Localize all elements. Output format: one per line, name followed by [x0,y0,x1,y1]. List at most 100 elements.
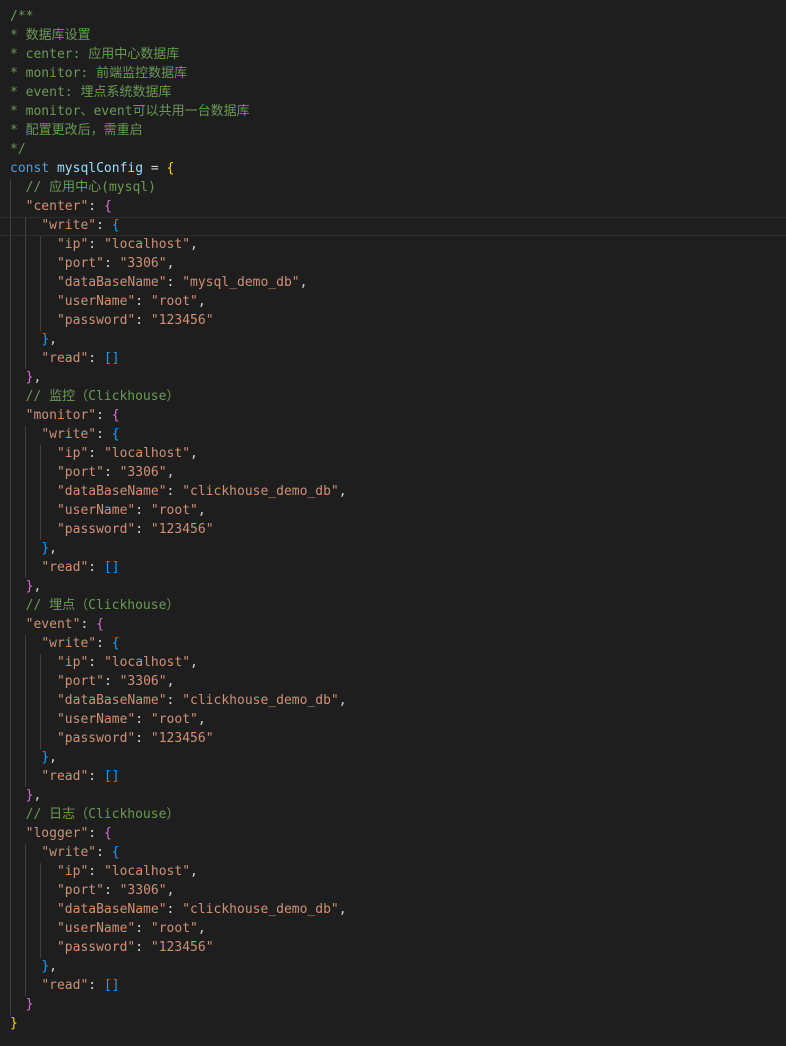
code-token: "clickhouse_demo_db" [182,693,339,708]
code-line[interactable]: } [10,1014,18,1033]
code-line[interactable]: * center: 应用中心数据库 [10,45,179,64]
code-line[interactable]: "userName": "root", [10,710,206,729]
code-line[interactable]: "port": "3306", [10,881,174,900]
code-line[interactable]: "dataBaseName": "mysql_demo_db", [10,273,307,292]
code-token: * event: 埋点系统数据库 [10,85,172,100]
code-token: "3306" [119,674,167,689]
code-line[interactable]: "center": { [10,197,112,216]
code-line[interactable]: // 埋点（Clickhouse） [10,596,180,615]
code-line[interactable]: "ip": "localhost", [10,235,198,254]
code-line[interactable]: "ip": "localhost", [10,862,198,881]
code-line[interactable]: // 日志（Clickhouse） [10,805,180,824]
code-token: "dataBaseName" [56,275,167,290]
code-line[interactable]: }, [10,957,57,976]
code-token: , [338,484,347,499]
code-token: : [88,826,104,841]
code-line[interactable]: */ [10,140,26,159]
code-line[interactable]: }, [10,368,42,387]
code-line[interactable]: "logger": { [10,824,112,843]
code-editor[interactable]: /** * 数据库设置 * center: 应用中心数据库 * monitor: 前端… [0,0,786,1046]
code-token: "password" [56,940,136,955]
code-line[interactable]: "write": { [10,425,119,444]
code-line[interactable]: "userName": "root", [10,501,206,520]
code-line[interactable]: "read": [] [10,767,119,786]
code-token: "read" [41,560,89,575]
code-line[interactable]: /** [10,7,33,26]
code-line[interactable]: "password": "123456" [10,938,214,957]
code-token: "write" [41,845,97,860]
code-line[interactable]: "dataBaseName": "clickhouse_demo_db", [10,900,347,919]
code-line[interactable]: "dataBaseName": "clickhouse_demo_db", [10,482,347,501]
code-line[interactable]: "userName": "root", [10,292,206,311]
code-line[interactable]: "port": "3306", [10,463,174,482]
code-token: { [111,845,120,860]
code-line[interactable]: * 配置更改后，需重启 [10,121,143,140]
code-token: * monitor、event可以共用一台数据库 [10,104,250,119]
code-token: { [103,826,112,841]
code-token: , [166,465,175,480]
code-token: "userName" [56,921,136,936]
code-token: "mysql_demo_db" [182,275,300,290]
code-line[interactable]: "port": "3306", [10,254,174,273]
code-line[interactable]: }, [10,748,57,767]
code-line[interactable]: // 应用中心(mysql) [10,178,156,197]
code-line[interactable]: "port": "3306", [10,672,174,691]
code-token: "port" [56,256,104,271]
code-token: , [190,655,198,670]
code-token: "password" [56,522,136,537]
code-line[interactable]: "write": { [10,634,119,653]
code-line[interactable]: "monitor": { [10,406,120,425]
code-line[interactable]: "userName": "root", [10,919,206,938]
code-token: "read" [41,351,89,366]
code-line[interactable]: "password": "123456" [10,729,214,748]
code-line[interactable]: * monitor: 前端监控数据库 [10,64,187,83]
code-line[interactable]: "read": [] [10,976,119,995]
code-token: "123456" [150,940,214,955]
code-line[interactable]: "password": "123456" [10,520,214,539]
code-line[interactable]: * 数据库设置 [10,26,91,45]
code-line[interactable]: * monitor、event可以共用一台数据库 [10,102,250,121]
code-line[interactable]: "write": { [10,843,120,862]
code-token: "port" [56,674,104,689]
code-line[interactable]: // 监控（Clickhouse） [10,387,180,406]
code-line[interactable]: }, [10,577,42,596]
code-token: , [166,256,175,271]
code-line[interactable]: "ip": "localhost", [10,444,198,463]
code-line[interactable]: "password": "123456" [10,311,214,330]
code-line[interactable]: "write": { [10,216,119,235]
code-line[interactable]: }, [10,539,57,558]
code-token: [] [103,560,120,575]
code-line[interactable]: const mysqlConfig = { [10,159,174,178]
code-line[interactable]: }, [10,330,57,349]
code-token: { [103,199,112,214]
code-token: : [88,199,104,214]
code-token: : [103,883,120,898]
code-token: } [41,750,50,765]
code-token: "monitor" [25,408,97,423]
code-token: "userName" [56,503,136,518]
code-token: * 配置更改后，需重启 [10,123,143,138]
code-token: "read" [41,769,89,784]
code-token: "password" [56,731,136,746]
code-line[interactable]: "read": [] [10,558,120,577]
code-token: , [49,332,57,347]
code-line[interactable]: "dataBaseName": "clickhouse_demo_db", [10,691,347,710]
code-token: : [135,294,151,309]
code-line[interactable]: } [10,995,34,1014]
code-token: [] [103,351,120,366]
code-line[interactable]: "event": { [10,615,104,634]
code-line[interactable]: "ip": "localhost", [10,653,198,672]
code-line[interactable]: * event: 埋点系统数据库 [10,83,171,102]
code-token: : [103,674,120,689]
code-line[interactable]: "read": [] [10,349,120,368]
code-line[interactable]: }, [10,786,42,805]
code-token: , [190,237,198,252]
